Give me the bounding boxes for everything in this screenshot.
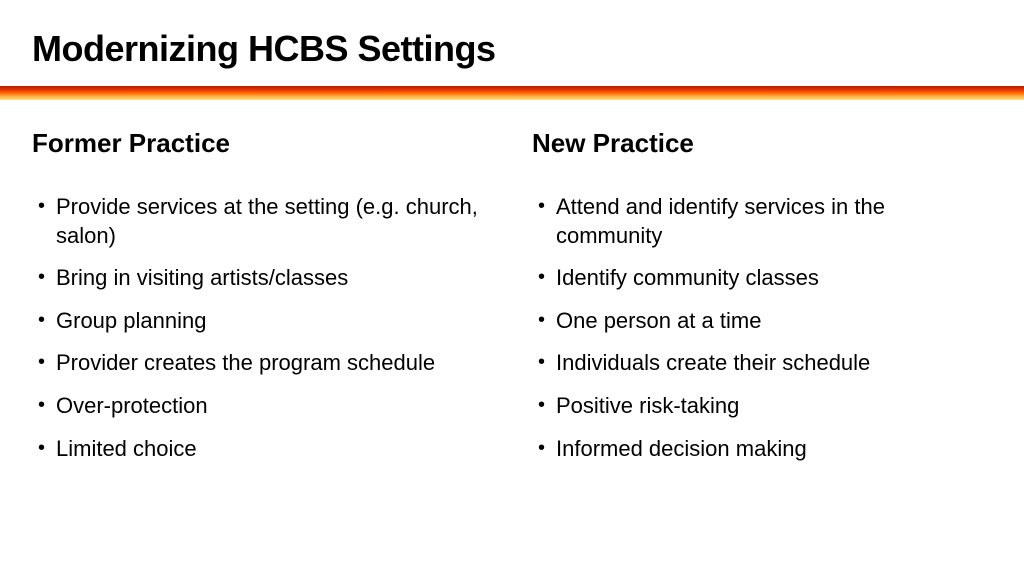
right-heading: New Practice [532, 128, 992, 159]
divider-bar [0, 86, 1024, 100]
columns-container: Former Practice Provide services at the … [32, 128, 992, 477]
list-item: Attend and identify services in the comm… [532, 193, 992, 250]
list-item: Provider creates the program schedule [32, 349, 492, 378]
slide: Modernizing HCBS Settings Former Practic… [0, 0, 1024, 576]
right-column: New Practice Attend and identify service… [532, 128, 992, 477]
list-item: Bring in visiting artists/classes [32, 264, 492, 293]
list-item: Provide services at the setting (e.g. ch… [32, 193, 492, 250]
list-item: One person at a time [532, 307, 992, 336]
left-list: Provide services at the setting (e.g. ch… [32, 193, 492, 463]
list-item: Informed decision making [532, 435, 992, 464]
list-item: Positive risk-taking [532, 392, 992, 421]
list-item: Limited choice [32, 435, 492, 464]
right-list: Attend and identify services in the comm… [532, 193, 992, 463]
list-item: Individuals create their schedule [532, 349, 992, 378]
page-title: Modernizing HCBS Settings [32, 28, 992, 70]
left-heading: Former Practice [32, 128, 492, 159]
list-item: Identify community classes [532, 264, 992, 293]
left-column: Former Practice Provide services at the … [32, 128, 492, 477]
list-item: Over-protection [32, 392, 492, 421]
list-item: Group planning [32, 307, 492, 336]
